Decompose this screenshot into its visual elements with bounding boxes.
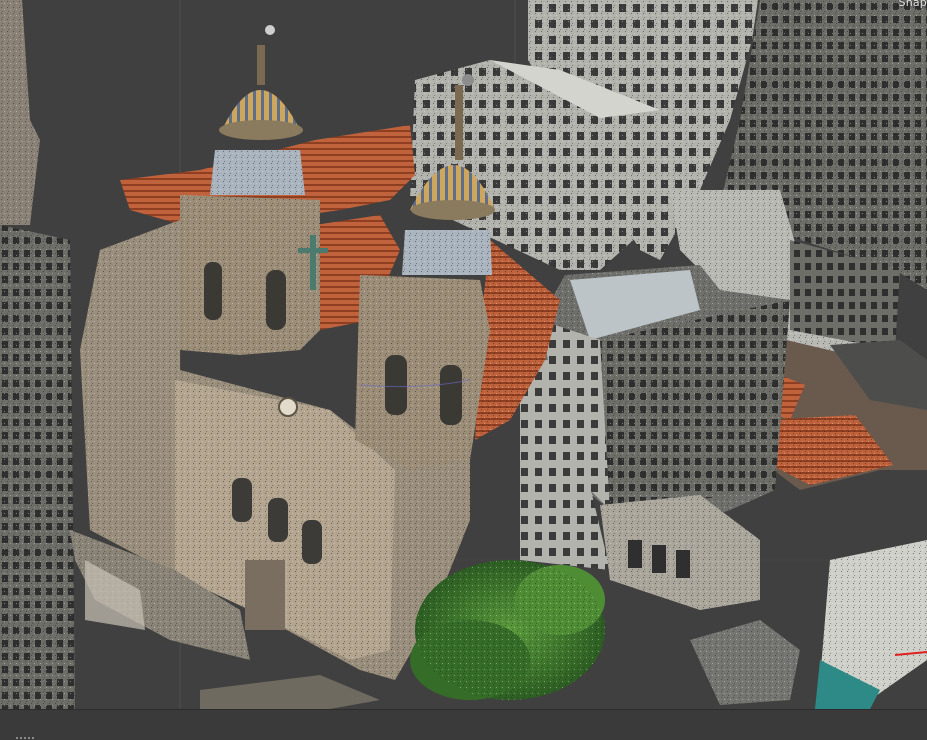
resize-grip-icon[interactable] <box>16 737 34 739</box>
snap-toggle[interactable]: Snap <box>899 0 927 9</box>
left-dark-building <box>0 225 75 709</box>
arcade-structure <box>600 495 760 610</box>
3d-viewport[interactable]: Snap <box>0 0 927 709</box>
point-cloud-scene[interactable] <box>0 0 927 709</box>
left-spire <box>0 0 40 225</box>
status-bar <box>0 709 927 740</box>
